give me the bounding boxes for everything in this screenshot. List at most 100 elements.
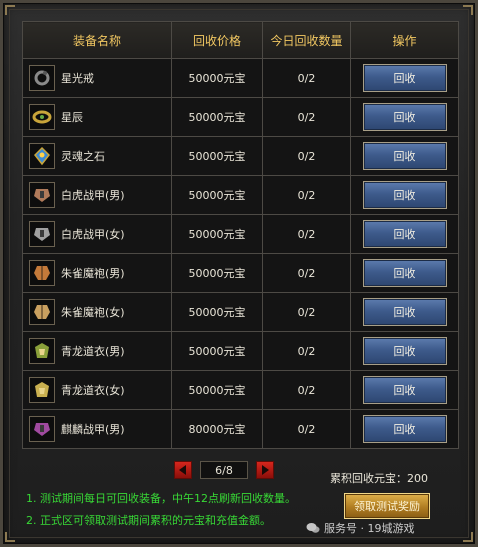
item-name: 星辰 (61, 111, 83, 124)
arrow-right-icon[interactable] (256, 461, 274, 479)
total-recycled-ingots: 累积回收元宝：200 (330, 472, 428, 485)
action-cell: 回收 (350, 175, 459, 215)
item-name-cell: 朱雀魔袍(男) (22, 253, 172, 293)
item-name: 麒麟战甲(男) (61, 423, 125, 436)
item-name-cell: 白虎战甲(男) (22, 175, 172, 215)
table-row: 朱雀魔袍(女) 50000元宝 0/2 回收 (22, 292, 459, 332)
action-cell: 回收 (350, 214, 459, 254)
recycle-button[interactable]: 回收 (362, 298, 447, 326)
header-action: 操作 (350, 21, 459, 59)
item-daily-count: 0/2 (262, 136, 351, 176)
item-daily-count: 0/2 (262, 58, 351, 98)
table-row: 青龙道衣(女) 50000元宝 0/2 回收 (22, 370, 459, 410)
item-name-cell: 星光戒 (22, 58, 172, 98)
item-name-cell: 麒麟战甲(男) (22, 409, 172, 449)
corner-ornament (5, 532, 15, 542)
table-row: 朱雀魔袍(男) 50000元宝 0/2 回收 (22, 253, 459, 293)
item-price: 80000元宝 (171, 409, 263, 449)
item-daily-count: 0/2 (262, 409, 351, 449)
action-cell: 回收 (350, 253, 459, 293)
header-daily-count: 今日回收数量 (262, 21, 351, 59)
header-item-name: 装备名称 (22, 21, 172, 59)
corner-ornament (463, 532, 473, 542)
recycle-table: 装备名称 回收价格 今日回收数量 操作 星光戒 50000元宝 0/2 回收 星辰 500… (22, 21, 459, 449)
item-daily-count: 0/2 (262, 253, 351, 293)
item-name-cell: 青龙道衣(男) (22, 331, 172, 371)
claim-test-reward-button[interactable]: 领取测试奖励 (344, 493, 430, 519)
armor-icon (29, 416, 55, 442)
table-row: 星辰 50000元宝 0/2 回收 (22, 97, 459, 137)
note-line-2: 2. 正式区可领取测试期间累积的元宝和充值金额。 (26, 514, 271, 527)
watermark-text: 服务号 · 19城游戏 (324, 522, 415, 535)
action-cell: 回收 (350, 58, 459, 98)
robe-icon (29, 299, 55, 325)
recycle-button[interactable]: 回收 (362, 415, 447, 443)
armor-icon (29, 182, 55, 208)
item-name: 白虎战甲(女) (61, 228, 125, 241)
item-price: 50000元宝 (171, 370, 263, 410)
recycle-button[interactable]: 回收 (362, 181, 447, 209)
item-price: 50000元宝 (171, 58, 263, 98)
item-daily-count: 0/2 (262, 370, 351, 410)
item-name-cell: 青龙道衣(女) (22, 370, 172, 410)
action-cell: 回收 (350, 409, 459, 449)
robe-icon (29, 260, 55, 286)
table-row: 麒麟战甲(男) 80000元宝 0/2 回收 (22, 409, 459, 449)
bracelet-icon (29, 104, 55, 130)
recycle-button[interactable]: 回收 (362, 64, 447, 92)
recycle-button[interactable]: 回收 (362, 220, 447, 248)
recycle-button[interactable]: 回收 (362, 103, 447, 131)
soul-stone-icon (29, 143, 55, 169)
pagination: 6/8 (174, 461, 274, 479)
corner-ornament (5, 5, 15, 15)
armor-icon (29, 221, 55, 247)
arrow-left-icon[interactable] (174, 461, 192, 479)
item-daily-count: 0/2 (262, 214, 351, 254)
item-price: 50000元宝 (171, 253, 263, 293)
item-daily-count: 0/2 (262, 97, 351, 137)
recycle-button[interactable]: 回收 (362, 376, 447, 404)
recycle-button[interactable]: 回收 (362, 259, 447, 287)
item-name-cell: 星辰 (22, 97, 172, 137)
item-daily-count: 0/2 (262, 331, 351, 371)
ring-icon (29, 65, 55, 91)
action-cell: 回收 (350, 97, 459, 137)
item-daily-count: 0/2 (262, 292, 351, 332)
item-name: 青龙道衣(女) (61, 384, 125, 397)
item-price: 50000元宝 (171, 331, 263, 371)
recycle-button[interactable]: 回收 (362, 142, 447, 170)
watermark: 服务号 · 19城游戏 (306, 520, 415, 536)
item-price: 50000元宝 (171, 136, 263, 176)
header-price: 回收价格 (171, 21, 263, 59)
item-name-cell: 白虎战甲(女) (22, 214, 172, 254)
table-row: 白虎战甲(男) 50000元宝 0/2 回收 (22, 175, 459, 215)
item-name: 朱雀魔袍(女) (61, 306, 125, 319)
item-name: 白虎战甲(男) (61, 189, 125, 202)
item-name: 灵魂之石 (61, 150, 105, 163)
item-name-cell: 朱雀魔袍(女) (22, 292, 172, 332)
action-cell: 回收 (350, 292, 459, 332)
wechat-icon (306, 523, 320, 533)
action-cell: 回收 (350, 136, 459, 176)
table-row: 白虎战甲(女) 50000元宝 0/2 回收 (22, 214, 459, 254)
table-row: 星光戒 50000元宝 0/2 回收 (22, 58, 459, 98)
item-price: 50000元宝 (171, 175, 263, 215)
item-price: 50000元宝 (171, 214, 263, 254)
note-line-1: 1. 测试期间每日可回收装备，中午12点刷新回收数量。 (26, 492, 296, 505)
table-row: 灵魂之石 50000元宝 0/2 回收 (22, 136, 459, 176)
garment-icon (29, 338, 55, 364)
action-cell: 回收 (350, 370, 459, 410)
item-name: 青龙道衣(男) (61, 345, 125, 358)
garment-icon (29, 377, 55, 403)
item-name-cell: 灵魂之石 (22, 136, 172, 176)
item-name: 朱雀魔袍(男) (61, 267, 125, 280)
item-daily-count: 0/2 (262, 175, 351, 215)
table-header-row: 装备名称 回收价格 今日回收数量 操作 (22, 21, 459, 59)
item-price: 50000元宝 (171, 97, 263, 137)
action-cell: 回收 (350, 331, 459, 371)
item-name: 星光戒 (61, 72, 94, 85)
corner-ornament (463, 5, 473, 15)
item-price: 50000元宝 (171, 292, 263, 332)
table-row: 青龙道衣(男) 50000元宝 0/2 回收 (22, 331, 459, 371)
recycle-button[interactable]: 回收 (362, 337, 447, 365)
